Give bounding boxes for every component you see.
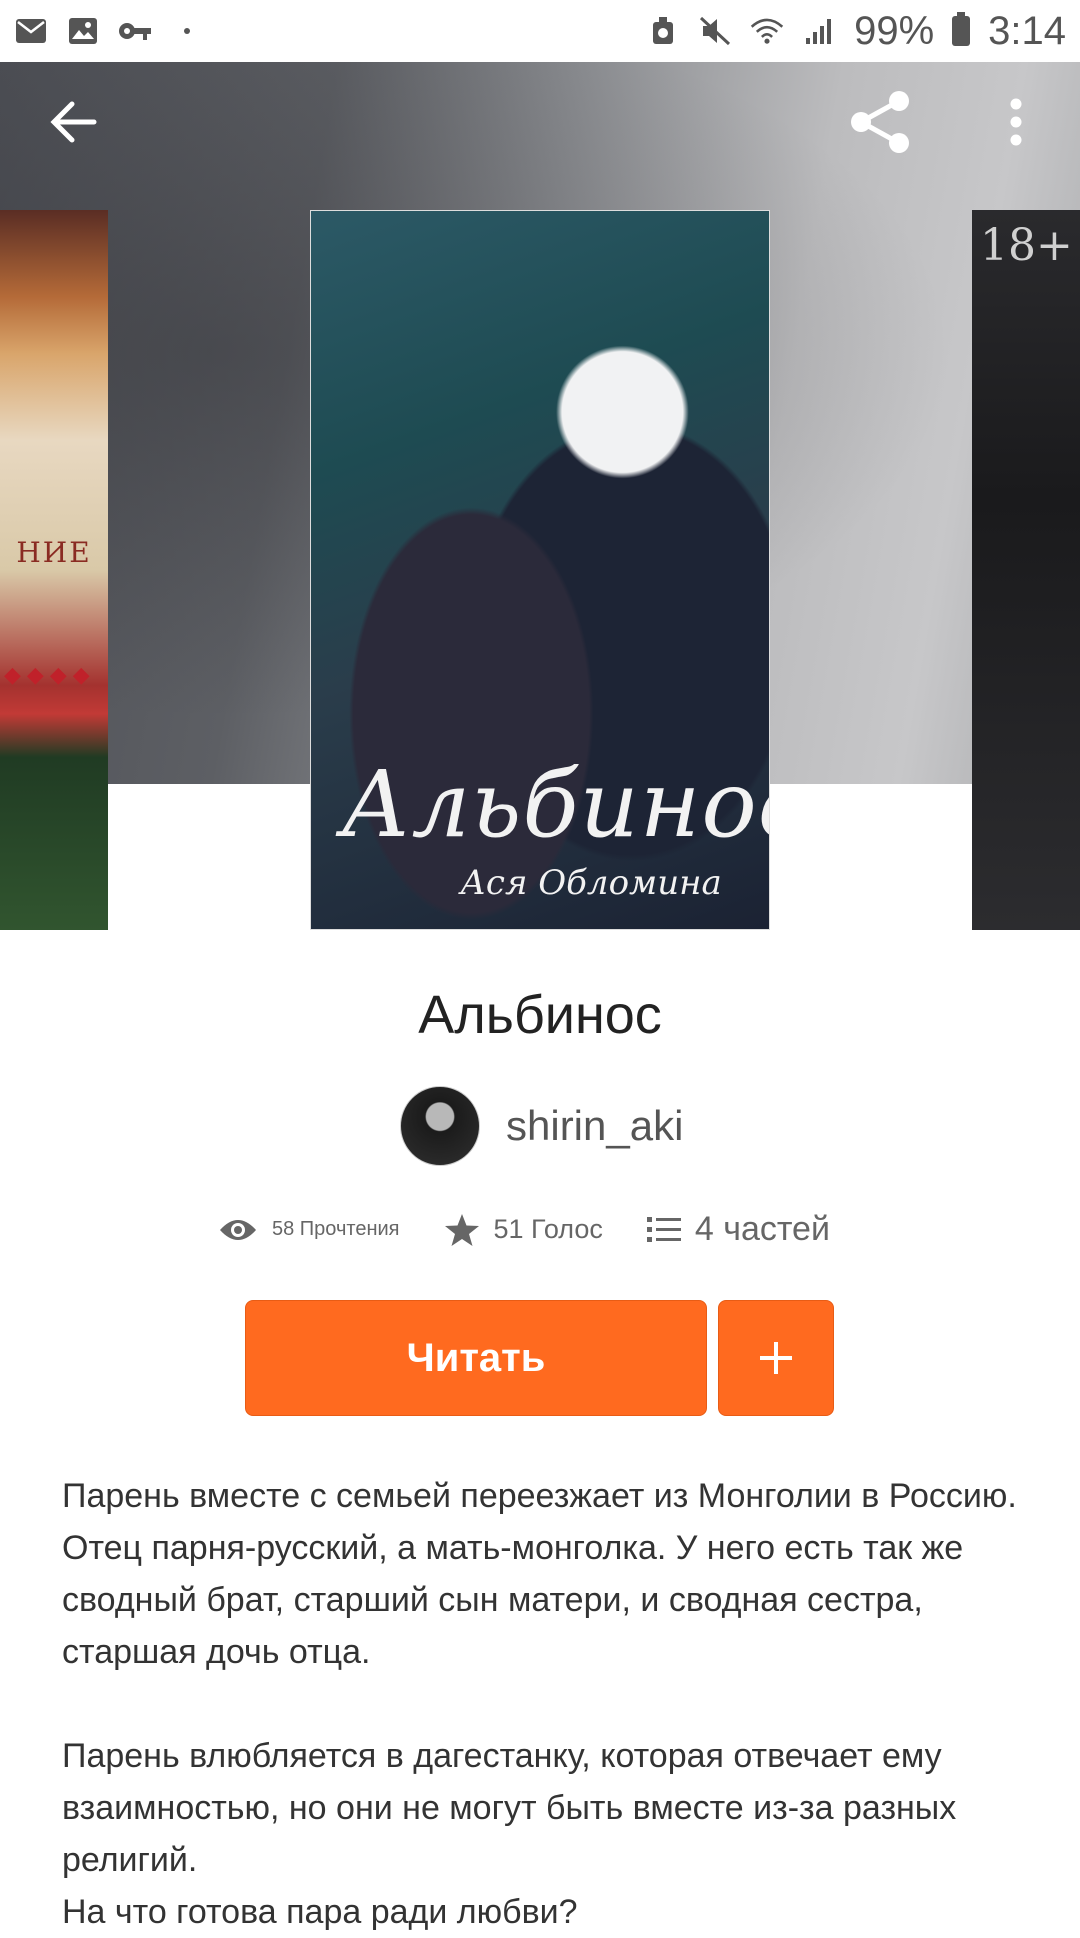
- add-to-library-button[interactable]: [718, 1300, 834, 1416]
- author-link[interactable]: shirin_aki: [400, 1086, 683, 1166]
- arrow-left-icon: [50, 101, 97, 143]
- parts-stat: 4 частей: [646, 1210, 830, 1249]
- cover-previous-ornament: ◆◆◆◆: [4, 662, 96, 687]
- cover-current[interactable]: Альбинос Ася Обломина: [310, 210, 770, 930]
- cover-author: Ася Обломина: [460, 863, 722, 903]
- author-name[interactable]: shirin_aki: [506, 1102, 683, 1150]
- share-button[interactable]: [838, 80, 922, 164]
- parts-count: 4 частей: [694, 1210, 830, 1248]
- dnd-icon: [646, 16, 680, 46]
- mail-icon: [14, 16, 48, 46]
- key-icon: [118, 16, 152, 46]
- status-right: 99% 3:14: [646, 9, 1066, 54]
- status-left: [14, 16, 204, 46]
- cover-title: Альбинос: [341, 751, 770, 858]
- votes-count: 51 Голос: [493, 1214, 603, 1244]
- more-vertical-icon: [1010, 98, 1022, 146]
- back-button[interactable]: [32, 80, 116, 164]
- description-paragraph-1: Парень вместе с семьей переезжает из Мон…: [62, 1477, 1017, 1671]
- dot-icon: [170, 16, 204, 46]
- star-icon: [444, 1213, 479, 1246]
- cover-previous-text: НИЕ: [16, 536, 92, 569]
- battery-icon: [952, 12, 971, 46]
- description-paragraph-2: Парень влюбляется в дагестанку, которая …: [62, 1737, 957, 1879]
- stats-row: 58 Прочтения 51 Голос 4 частей: [218, 1210, 830, 1249]
- reads-stat: 58 Прочтения: [218, 1216, 400, 1244]
- reads-count: 58 Прочтения: [272, 1218, 400, 1240]
- list-icon: [646, 1216, 681, 1242]
- cover-next[interactable]: 18+: [972, 210, 1080, 930]
- description-paragraph-3: На что готова пара ради любви?: [62, 1893, 578, 1931]
- status-bar: 99% 3:14: [0, 0, 1080, 62]
- image-icon: [66, 16, 100, 46]
- mute-icon: [698, 16, 732, 46]
- age-rating-badge: 18+: [980, 220, 1073, 271]
- more-options-button[interactable]: [974, 80, 1058, 164]
- book-description: Парень вместе с семьей переезжает из Мон…: [62, 1470, 1022, 1938]
- cover-previous[interactable]: НИЕ ◆◆◆◆: [0, 210, 108, 930]
- avatar[interactable]: [400, 1086, 480, 1166]
- book-title: Альбинос: [418, 985, 662, 1045]
- read-button[interactable]: Читать: [245, 1300, 707, 1416]
- plus-icon: [760, 1342, 792, 1374]
- votes-stat: 51 Голос: [444, 1213, 603, 1247]
- wifi-icon: [750, 16, 784, 46]
- battery-percent: 99%: [854, 8, 935, 53]
- signal-icon: [802, 16, 836, 46]
- clock: 3:14: [988, 8, 1066, 53]
- share-icon: [851, 91, 909, 153]
- eye-icon: [220, 1219, 256, 1240]
